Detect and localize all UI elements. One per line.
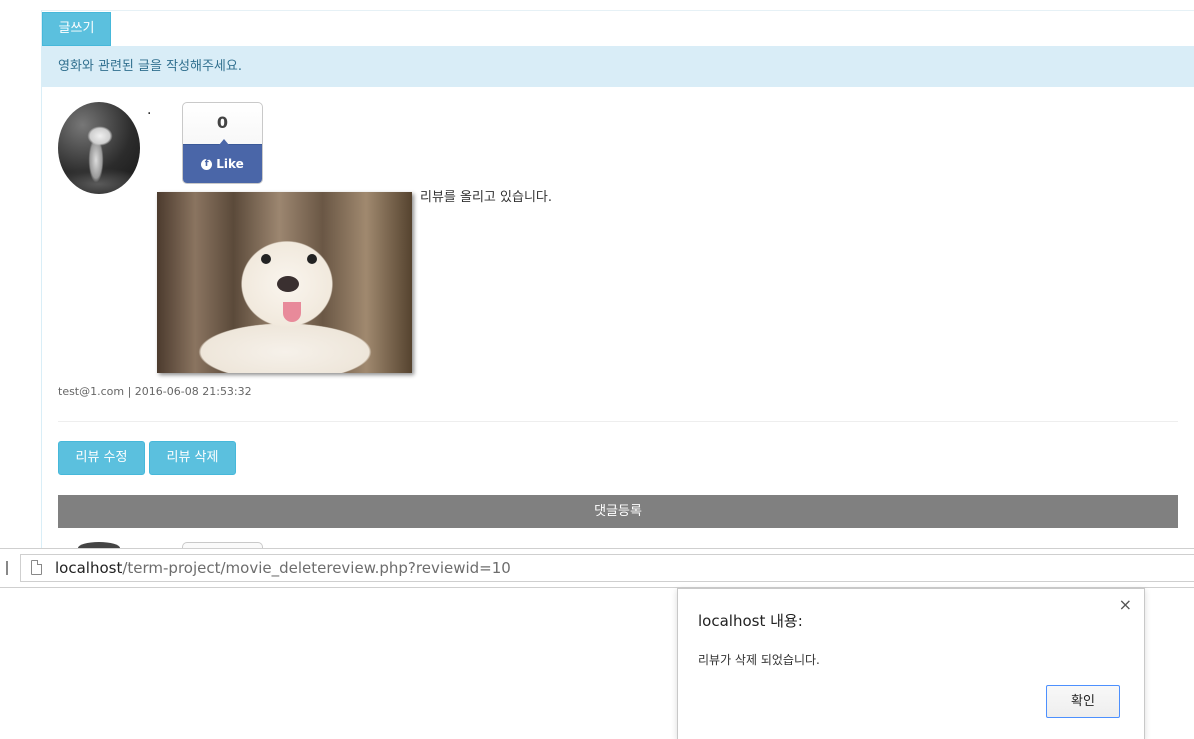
page-icon — [31, 560, 42, 575]
url-path: /term-project/movie_deletereview.php?rev… — [122, 559, 511, 577]
alert-dialog: localhost 내용: × 리뷰가 삭제 되었습니다. 확인 — [677, 588, 1145, 739]
bear-nose — [277, 276, 299, 292]
url-host: localhost — [55, 559, 123, 577]
dialog-message: 리뷰가 삭제 되었습니다. — [698, 653, 820, 667]
review-image — [157, 192, 412, 373]
close-icon[interactable]: × — [1119, 595, 1132, 614]
avatar — [58, 102, 140, 194]
facebook-icon: f — [201, 158, 213, 170]
divider — [58, 421, 1178, 422]
bear-tongue — [283, 302, 301, 322]
review-text: 리뷰를 올리고 있습니다. — [420, 190, 552, 205]
delete-review-button[interactable]: 리뷰 삭제 — [149, 441, 236, 475]
author-dot: · — [147, 106, 152, 122]
like-count: 0 — [216, 113, 229, 132]
review-meta: test@1.com | 2016-06-08 21:53:32 — [58, 385, 252, 398]
bear-eye-left — [261, 254, 271, 264]
facebook-like-widget[interactable]: 0 f Like — [182, 102, 263, 184]
tab-write[interactable]: 글쓰기 — [42, 12, 111, 46]
like-button[interactable]: f Like — [183, 139, 262, 183]
info-message: 영화와 관련된 글을 작성해주세요. — [58, 59, 242, 74]
statusbar-edge — [6, 561, 8, 575]
bear-eye-right — [307, 254, 317, 264]
edit-review-button[interactable]: 리뷰 수정 — [58, 441, 145, 475]
browser-statusbar: localhost/term-project/movie_deleterevie… — [0, 548, 1194, 588]
ok-button[interactable]: 확인 — [1046, 685, 1120, 718]
status-url: localhost/term-project/movie_deleterevie… — [20, 554, 1194, 582]
like-label: Like — [216, 157, 244, 171]
info-alert: 영화와 관련된 글을 작성해주세요. — [42, 46, 1194, 87]
dialog-title: localhost 내용: — [698, 612, 803, 630]
comment-register-button[interactable]: 댓글등록 — [58, 495, 1178, 528]
